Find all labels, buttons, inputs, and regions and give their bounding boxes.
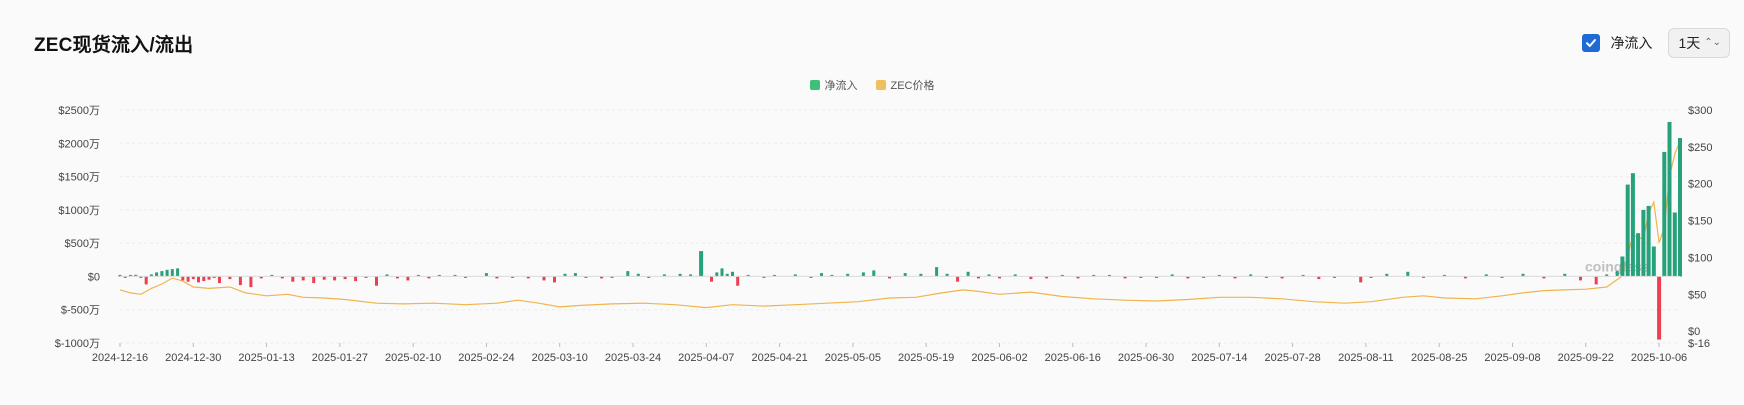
- outflow-bar: [1579, 276, 1582, 281]
- outflow-bar: [238, 276, 242, 286]
- inflow-bar: [935, 267, 939, 277]
- y-right-tick-label: $100: [1688, 252, 1712, 264]
- x-tick-label: 2025-01-27: [312, 352, 368, 364]
- x-tick-label: 2025-02-10: [385, 352, 441, 364]
- x-tick-label: 2025-06-16: [1045, 352, 1101, 364]
- outflow-bar: [144, 276, 148, 285]
- x-tick-label: 2025-03-24: [605, 352, 661, 364]
- x-tick-label: 2025-06-02: [971, 352, 1027, 364]
- outflow-bar: [354, 276, 358, 282]
- x-tick-label: 2025-07-28: [1264, 352, 1320, 364]
- inflow-bar: [1651, 246, 1656, 277]
- inflow-bar: [1615, 271, 1619, 277]
- inflow-bar: [165, 269, 169, 277]
- inflow-bar: [699, 251, 704, 277]
- inflow-bar: [1630, 173, 1635, 277]
- y-left-tick-label: $1000万: [58, 205, 100, 217]
- y-left-tick-label: $0: [88, 271, 100, 283]
- outflow-bar: [375, 276, 378, 286]
- x-tick-label: 2025-08-11: [1338, 352, 1393, 364]
- inflow-bar: [1620, 256, 1625, 277]
- x-tick-label: 2025-02-24: [458, 352, 514, 364]
- chart-card: ZEC现货流入/流出 净流入 1天 ⌃⌄ 净流入 ZEC价格 $2500万 $20…: [0, 0, 1744, 405]
- inflow-bar: [731, 271, 734, 277]
- y-right-tick-label: $0: [1688, 326, 1700, 338]
- inflow-bar: [1625, 184, 1630, 277]
- y-left-tick-label: $2500万: [58, 105, 100, 117]
- outflow-bar: [710, 276, 713, 282]
- inflow-bar: [176, 268, 180, 277]
- inflow-bar: [1667, 122, 1672, 277]
- x-tick-label: 2024-12-16: [92, 352, 148, 364]
- inflow-bar: [1641, 209, 1646, 277]
- outflow-bar: [956, 276, 960, 282]
- inflow-bar: [626, 271, 630, 277]
- x-tick-label: 2025-05-05: [825, 352, 881, 364]
- inflow-bar: [484, 273, 488, 277]
- outflow-bar: [1359, 276, 1363, 283]
- outflow-bar: [542, 276, 546, 281]
- outflow-bar: [736, 276, 740, 286]
- x-tick-label: 2025-04-07: [678, 352, 734, 364]
- zec-price-line: [119, 140, 1681, 309]
- inflow-bar: [1678, 138, 1682, 277]
- x-tick-label: 2025-03-10: [532, 352, 588, 364]
- outflow-bar: [249, 276, 253, 288]
- y-right-tick-label: $-16: [1688, 338, 1710, 350]
- inflow-bar: [1662, 151, 1667, 277]
- outflow-bar: [406, 276, 410, 281]
- outflow-bar: [312, 276, 316, 284]
- y-right-tick-label: $150: [1688, 216, 1712, 228]
- x-tick-label: 2025-01-13: [238, 352, 294, 364]
- x-tick-label: 2025-09-22: [1558, 352, 1614, 364]
- outflow-bar: [218, 276, 221, 284]
- outflow-bar: [1594, 276, 1598, 285]
- inflow-bar: [872, 270, 876, 277]
- y-left-tick-label: $2000万: [58, 138, 100, 150]
- inflow-bar: [573, 273, 577, 277]
- x-tick-label: 2025-10-06: [1631, 352, 1687, 364]
- outflow-bar: [333, 276, 337, 281]
- inflow-bar: [155, 272, 159, 277]
- y-right-tick-label: $50: [1688, 289, 1706, 301]
- y-left-tick-label: $500万: [65, 238, 100, 250]
- inflow-bar: [170, 269, 174, 277]
- y-left-tick-label: $1500万: [58, 172, 100, 184]
- x-tick-label: 2025-08-25: [1411, 352, 1467, 364]
- y-right-tick-label: $250: [1688, 142, 1712, 154]
- inflow-bar: [1406, 271, 1410, 277]
- inflow-bar: [720, 268, 724, 277]
- x-tick-label: 2025-07-14: [1191, 352, 1247, 364]
- inflow-bar: [715, 272, 719, 277]
- outflow-bar: [186, 276, 190, 282]
- outflow-bar: [301, 276, 305, 281]
- inflow-bar: [903, 273, 907, 277]
- x-tick-label: 2025-09-08: [1484, 352, 1540, 364]
- outflow-bar: [291, 276, 295, 282]
- outflow-bar: [553, 276, 556, 283]
- x-tick-label: 2024-12-30: [165, 352, 221, 364]
- y-left-tick-label: $-500万: [61, 305, 100, 317]
- inflow-bar: [966, 271, 970, 277]
- x-tick-label: 2025-06-30: [1118, 352, 1174, 364]
- inflow-bar: [820, 273, 823, 277]
- outflow-bar: [197, 276, 200, 283]
- y-right-tick-label: $200: [1688, 179, 1712, 191]
- inflow-bar: [1672, 212, 1677, 277]
- inflow-bar: [861, 272, 865, 277]
- outflow-bar: [1657, 276, 1662, 340]
- flow-chart[interactable]: $2500万 $2000万 $1500万 $1000万 $500万 $0 $-500万 $-1…: [0, 0, 1744, 405]
- inflow-bar: [160, 271, 164, 277]
- x-tick-label: 2025-04-21: [751, 352, 807, 364]
- outflow-bar: [181, 276, 185, 281]
- inflow-bar: [1636, 233, 1641, 277]
- y-left-tick-label: $-1000万: [55, 338, 100, 350]
- outflow-bar: [202, 276, 206, 282]
- x-tick-label: 2025-05-19: [898, 352, 954, 364]
- inflow-bar: [1646, 205, 1651, 277]
- y-right-tick-label: $300: [1688, 105, 1712, 117]
